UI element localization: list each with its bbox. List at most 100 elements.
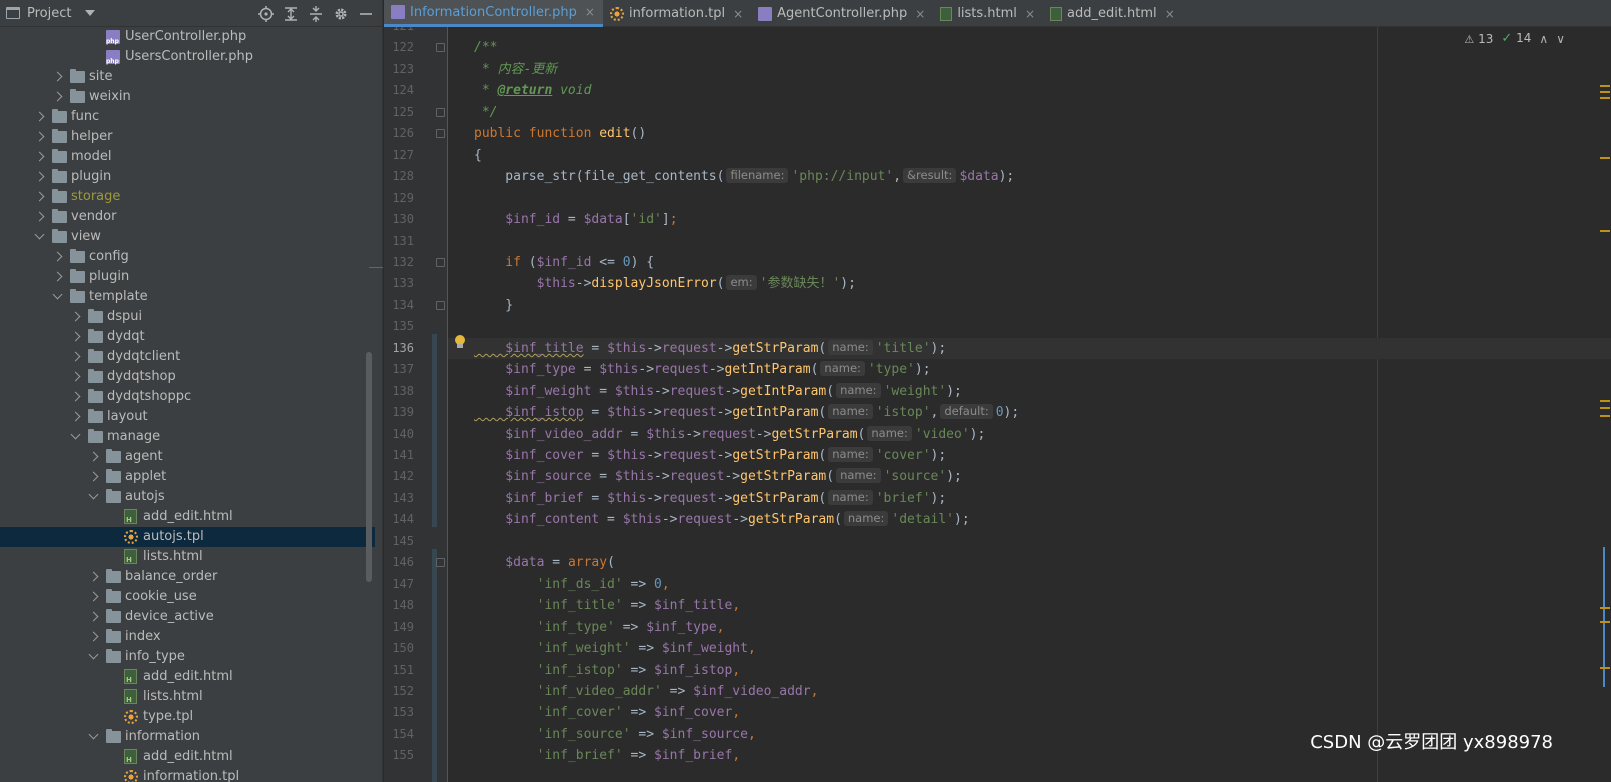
warning-stripe-mark[interactable] [1600,621,1610,623]
chevron-right-icon[interactable] [34,211,45,222]
code-line[interactable] [448,531,1611,553]
tree-folder[interactable]: balance_order [0,567,375,587]
code-line[interactable]: 'inf_video_addr' => $inf_video_addr, [448,681,1611,703]
warning-stripe-mark[interactable] [1600,230,1610,232]
code-line[interactable]: 'inf_weight' => $inf_weight, [448,638,1611,660]
code-line[interactable] [448,27,1611,38]
tree-file[interactable]: lists.html [0,687,375,707]
tree-folder[interactable]: cookie_use [0,587,375,607]
code-line[interactable]: public function edit() [448,123,1611,145]
code-line[interactable]: { [448,145,1611,167]
tree-folder[interactable]: storage [0,187,375,207]
code-area[interactable]: /** * 内容-更新 * @return void */ public func… [448,27,1611,782]
tree-folder[interactable]: weixin [0,87,375,107]
code-line[interactable]: $inf_istop = $this->request->getIntParam… [448,402,1611,424]
code-line[interactable]: 'inf_type' => $inf_type, [448,617,1611,639]
code-editor[interactable]: 121 122 123 124 125 126 127 128 129 130 131 132 133 1… [384,27,1611,782]
tree-folder[interactable]: layout [0,407,375,427]
tree-folder[interactable]: information [0,727,375,747]
tree-folder[interactable]: device_active [0,607,375,627]
code-line[interactable]: $inf_content = $this->request->getStrPar… [448,509,1611,531]
expand-all-icon[interactable] [281,4,300,23]
fold-toggle-icon[interactable] [436,107,445,117]
tree-file[interactable]: lists.html [0,547,375,567]
tree-folder[interactable]: vendor [0,207,375,227]
tree-folder[interactable]: config [0,247,375,267]
code-line[interactable]: $inf_cover = $this->request->getStrParam… [448,445,1611,467]
tree-folder[interactable]: manage [0,427,375,447]
close-icon[interactable]: × [733,7,743,21]
chevron-down-icon[interactable] [34,229,45,240]
close-icon[interactable]: × [915,7,925,21]
gear-icon[interactable] [331,4,350,23]
tree-folder[interactable]: dydqtclient [0,347,375,367]
tree-folder[interactable]: dydqtshoppc [0,387,375,407]
tree-file[interactable]: add_edit.html [0,507,375,527]
chevron-right-icon[interactable] [70,411,81,422]
chevron-down-icon[interactable] [88,729,99,740]
warning-stripe-mark[interactable] [1600,667,1610,669]
project-tree-scrollbar[interactable] [366,352,372,582]
chevron-right-icon[interactable] [34,171,45,182]
code-line[interactable]: $inf_title = $this->request->getStrParam… [448,337,1611,360]
editor-tab[interactable]: lists.html × [933,0,1043,27]
close-icon[interactable]: × [1165,7,1175,21]
tree-file[interactable]: add_edit.html [0,747,375,767]
close-icon[interactable]: × [1025,7,1035,21]
code-line[interactable]: if ($inf_id <= 0) { [448,252,1611,274]
editor-tab[interactable]: add_edit.html × [1043,0,1183,27]
chevron-right-icon[interactable] [34,191,45,202]
editor-tab[interactable]: information.tpl × [603,0,751,27]
ok-count[interactable]: ✓ 14 [1501,31,1531,46]
code-line[interactable] [448,316,1611,338]
tree-file[interactable]: type.tpl [0,707,375,727]
intention-bulb-icon[interactable] [454,335,466,349]
chevron-right-icon[interactable] [52,271,63,282]
chevron-down-icon[interactable] [70,429,81,440]
tree-file[interactable]: autojs.tpl [0,527,375,547]
tree-folder[interactable]: dspui [0,307,375,327]
chevron-right-icon[interactable] [52,251,63,262]
code-line[interactable]: * 内容-更新 [448,59,1611,81]
tree-folder[interactable]: func [0,107,375,127]
code-line[interactable]: 'inf_title' => $inf_title, [448,595,1611,617]
code-line[interactable]: /** [448,37,1611,59]
fold-toggle-icon[interactable] [436,43,445,53]
tree-folder[interactable]: agent [0,447,375,467]
tree-file[interactable]: UserController.php [0,27,375,47]
tree-folder[interactable]: site [0,67,375,87]
chevron-right-icon[interactable] [70,311,81,322]
project-title[interactable]: Project [27,6,71,21]
tree-folder[interactable]: index [0,627,375,647]
code-line[interactable] [448,188,1611,210]
fold-toggle-icon[interactable] [436,300,445,310]
editor-tab[interactable]: InformationController.php × [384,0,603,27]
chevron-down-icon[interactable] [85,10,96,16]
code-line[interactable]: parse_str(file_get_contents(filename:'ph… [448,166,1611,188]
chevron-right-icon[interactable] [34,111,45,122]
tree-folder[interactable]: dydqt [0,327,375,347]
code-line[interactable]: 'inf_cover' => $inf_cover, [448,702,1611,724]
tree-folder[interactable]: helper [0,127,375,147]
error-stripe[interactable] [1599,27,1611,782]
chevron-right-icon[interactable] [70,391,81,402]
next-highlight-icon[interactable]: ∨ [1556,32,1565,46]
close-icon[interactable]: × [585,5,595,19]
warning-stripe-mark[interactable] [1600,97,1610,99]
chevron-right-icon[interactable] [70,371,81,382]
code-line[interactable]: $inf_brief = $this->request->getStrParam… [448,488,1611,510]
tree-folder[interactable]: plugin [0,167,375,187]
tree-file[interactable]: information.tpl [0,767,375,782]
chevron-down-icon[interactable] [52,289,63,300]
hide-panel-icon[interactable] [356,4,375,23]
code-line[interactable]: $inf_video_addr = $this->request->getStr… [448,424,1611,446]
chevron-right-icon[interactable] [70,331,81,342]
change-stripe-mark[interactable] [1603,547,1605,687]
tree-file[interactable]: UsersController.php [0,47,375,67]
tree-folder[interactable]: view [0,227,375,247]
chevron-down-icon[interactable] [88,649,99,660]
chevron-down-icon[interactable] [88,489,99,500]
code-line[interactable]: $inf_source = $this->request->getStrPara… [448,466,1611,488]
tree-folder[interactable]: autojs [0,487,375,507]
chevron-right-icon[interactable] [88,611,99,622]
